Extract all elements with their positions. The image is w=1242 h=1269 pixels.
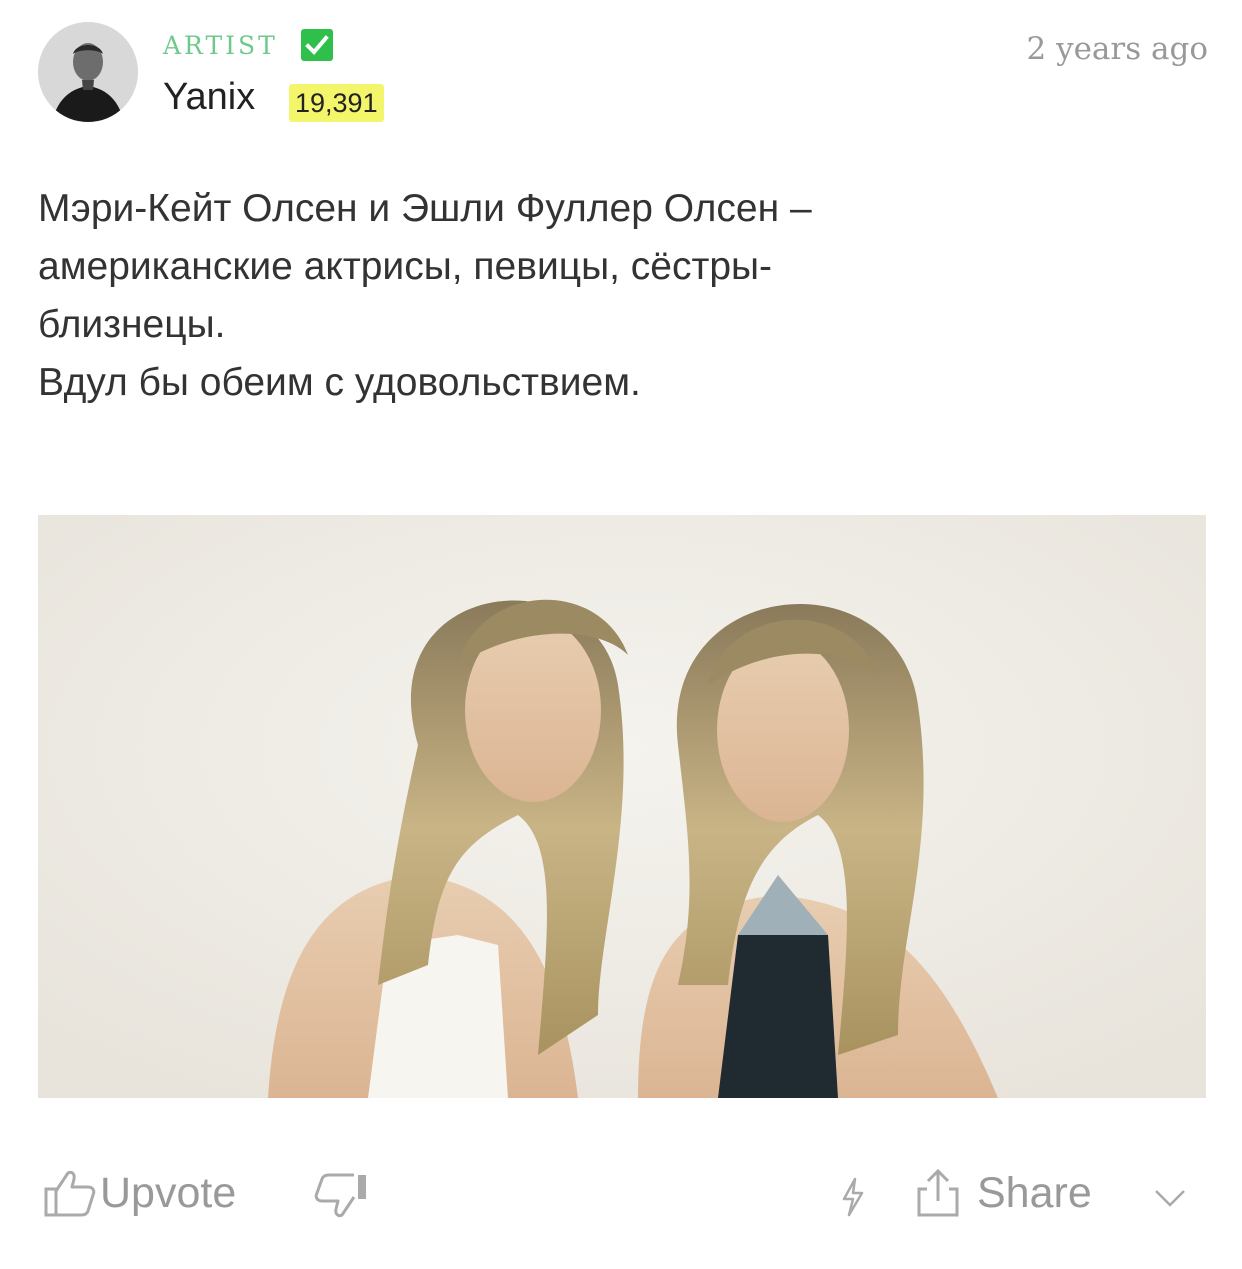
thumbs-up-icon: [44, 1170, 96, 1217]
share-icon: [917, 1168, 959, 1217]
more-options-button[interactable]: [1150, 1187, 1190, 1209]
author-name[interactable]: Yanix: [163, 76, 255, 119]
lightning-icon: [842, 1177, 864, 1217]
post-text: Мэри-Кейт Олсен и Эшли Фуллер Олсен – ам…: [38, 187, 812, 404]
post-actions-bar: Upvote Share: [0, 1165, 1242, 1245]
author-role-label: ARTIST: [163, 31, 278, 60]
share-label: Share: [977, 1168, 1092, 1217]
post-timestamp: 2 years ago: [1026, 31, 1209, 67]
karma-badge: 19,391: [289, 84, 384, 122]
thumbs-down-icon: [314, 1173, 366, 1218]
author-avatar[interactable]: [38, 22, 138, 122]
downvote-button[interactable]: [312, 1171, 370, 1223]
share-button[interactable]: Share: [913, 1165, 1092, 1221]
upvote-button[interactable]: Upvote: [40, 1165, 236, 1221]
post-image[interactable]: [38, 515, 1206, 1098]
upvote-label: Upvote: [100, 1168, 237, 1217]
avatar-image: [38, 22, 138, 122]
boost-button[interactable]: [838, 1177, 868, 1217]
verified-check-icon: [301, 29, 333, 61]
chevron-down-icon: [1155, 1190, 1185, 1207]
